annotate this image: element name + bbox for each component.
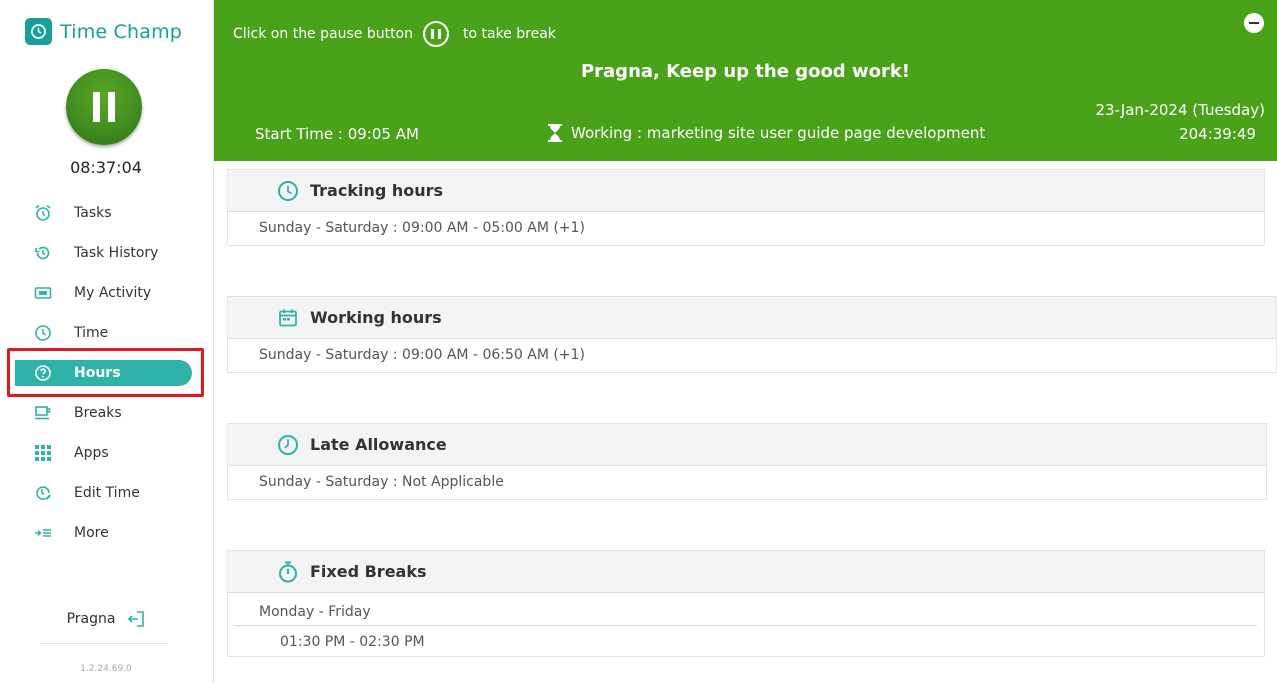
logout-icon[interactable]: [127, 610, 145, 628]
sidebar-item-label: More: [74, 525, 109, 541]
pause-icon-bar: [108, 92, 115, 122]
sidebar-item-time[interactable]: Time: [0, 313, 212, 353]
break-time: 01:30 PM - 02:30 PM: [280, 634, 425, 650]
coffee-cup-icon: [33, 403, 53, 423]
card-header: Working hours: [228, 297, 1276, 339]
activity-ticket-icon: [33, 283, 53, 303]
card-title: Working hours: [310, 308, 442, 327]
sidebar-item-label: Time: [74, 325, 109, 341]
user-row: Pragna: [0, 610, 212, 628]
sidebar-item-label: Hours: [74, 365, 121, 381]
working-hours-card: Working hours Sunday - Saturday : 09:00 …: [227, 296, 1277, 373]
time-champ-logo-icon: [25, 18, 52, 45]
card-header: Fixed Breaks: [228, 551, 1264, 593]
sidebar-item-label: My Activity: [74, 285, 152, 301]
card-body: Sunday - Saturday : 09:00 AM - 05:00 AM …: [228, 212, 1264, 245]
sidebar-item-tasks[interactable]: Tasks: [0, 193, 212, 233]
clock-icon: [277, 180, 299, 202]
more-arrow-list-icon: [33, 523, 53, 543]
pause-icon: [93, 92, 100, 122]
working-task: Working : marketing site user guide page…: [547, 124, 985, 142]
schedule-line: Sunday - Saturday : 09:00 AM - 05:00 AM …: [259, 220, 585, 236]
sidebar-item-label: Task History: [74, 245, 159, 261]
card-body: Sunday - Saturday : 09:00 AM - 06:50 AM …: [228, 339, 1276, 372]
history-icon: [33, 243, 53, 263]
hourglass-icon: [547, 124, 563, 142]
sidebar-item-label: Breaks: [74, 405, 122, 421]
card-header: Late Allowance: [228, 424, 1266, 466]
stopwatch-icon: [277, 561, 299, 583]
current-date: 23-Jan-2024 (Tuesday): [1095, 101, 1265, 119]
pause-small-button[interactable]: [423, 21, 449, 47]
card-header: Tracking hours: [228, 170, 1264, 212]
sidebar-item-my-activity[interactable]: My Activity: [0, 273, 212, 313]
schedule-line: Sunday - Saturday : Not Applicable: [259, 474, 504, 490]
minimize-button[interactable]: [1244, 13, 1264, 33]
grid-apps-icon: [33, 443, 53, 463]
calendar-icon: [277, 307, 299, 329]
card-title: Late Allowance: [310, 435, 447, 454]
late-allowance-card: Late Allowance Sunday - Saturday : Not A…: [227, 423, 1267, 500]
card-body: Monday - Friday 01:30 PM - 02:30 PM: [228, 593, 1264, 656]
app-version: 1.2.24.69.0: [80, 664, 132, 674]
start-time: Start Time : 09:05 AM: [255, 125, 419, 143]
sidebar-item-task-history[interactable]: Task History: [0, 233, 212, 273]
session-timer: 08:37:04: [70, 158, 142, 177]
break-days: Monday - Friday: [259, 604, 371, 620]
question-circle-icon: [33, 363, 53, 383]
header-banner: Click on the pause button to take break …: [214, 0, 1277, 161]
user-name: Pragna: [66, 611, 116, 627]
elapsed-time: 204:39:49: [1179, 125, 1256, 143]
sidebar-nav: Tasks Task History My Activity Time Hour…: [0, 193, 212, 553]
fixed-breaks-card: Fixed Breaks Monday - Friday 01:30 PM - …: [227, 550, 1265, 657]
hint-text: Click on the pause button: [233, 26, 413, 42]
tracking-hours-card: Tracking hours Sunday - Saturday : 09:00…: [227, 169, 1265, 246]
sidebar-item-hours[interactable]: Hours: [0, 353, 212, 393]
divider: [40, 643, 168, 644]
pause-button[interactable]: [66, 69, 142, 145]
brand: Time Champ: [25, 18, 182, 45]
schedule-line: Sunday - Saturday : 09:00 AM - 06:50 AM …: [259, 347, 585, 363]
sidebar-item-breaks[interactable]: Breaks: [0, 393, 212, 433]
edit-clock-icon: [33, 483, 53, 503]
card-title: Tracking hours: [310, 181, 444, 200]
greeting-message: Pragna, Keep up the good work!: [580, 61, 911, 82]
sidebar: Time Champ 08:37:04 Tasks Task History M…: [0, 0, 214, 683]
minus-icon: [1249, 22, 1259, 24]
card-body: Sunday - Saturday : Not Applicable: [228, 466, 1266, 499]
sidebar-item-label: Edit Time: [74, 485, 140, 501]
sidebar-item-more[interactable]: More: [0, 513, 212, 553]
sidebar-item-label: Tasks: [74, 205, 112, 221]
sidebar-item-apps[interactable]: Apps: [0, 433, 212, 473]
working-task-text: Working : marketing site user guide page…: [571, 124, 986, 142]
clock-icon: [33, 323, 53, 343]
break-hint: Click on the pause button to take break: [233, 21, 556, 47]
app-name: Time Champ: [60, 20, 183, 43]
clock-outline-icon: [277, 434, 299, 456]
sidebar-item-edit-time[interactable]: Edit Time: [0, 473, 212, 513]
alarm-clock-icon: [33, 203, 53, 223]
sidebar-item-label: Apps: [74, 445, 109, 461]
hint-text-end: to take break: [463, 26, 556, 42]
card-title: Fixed Breaks: [310, 562, 427, 581]
